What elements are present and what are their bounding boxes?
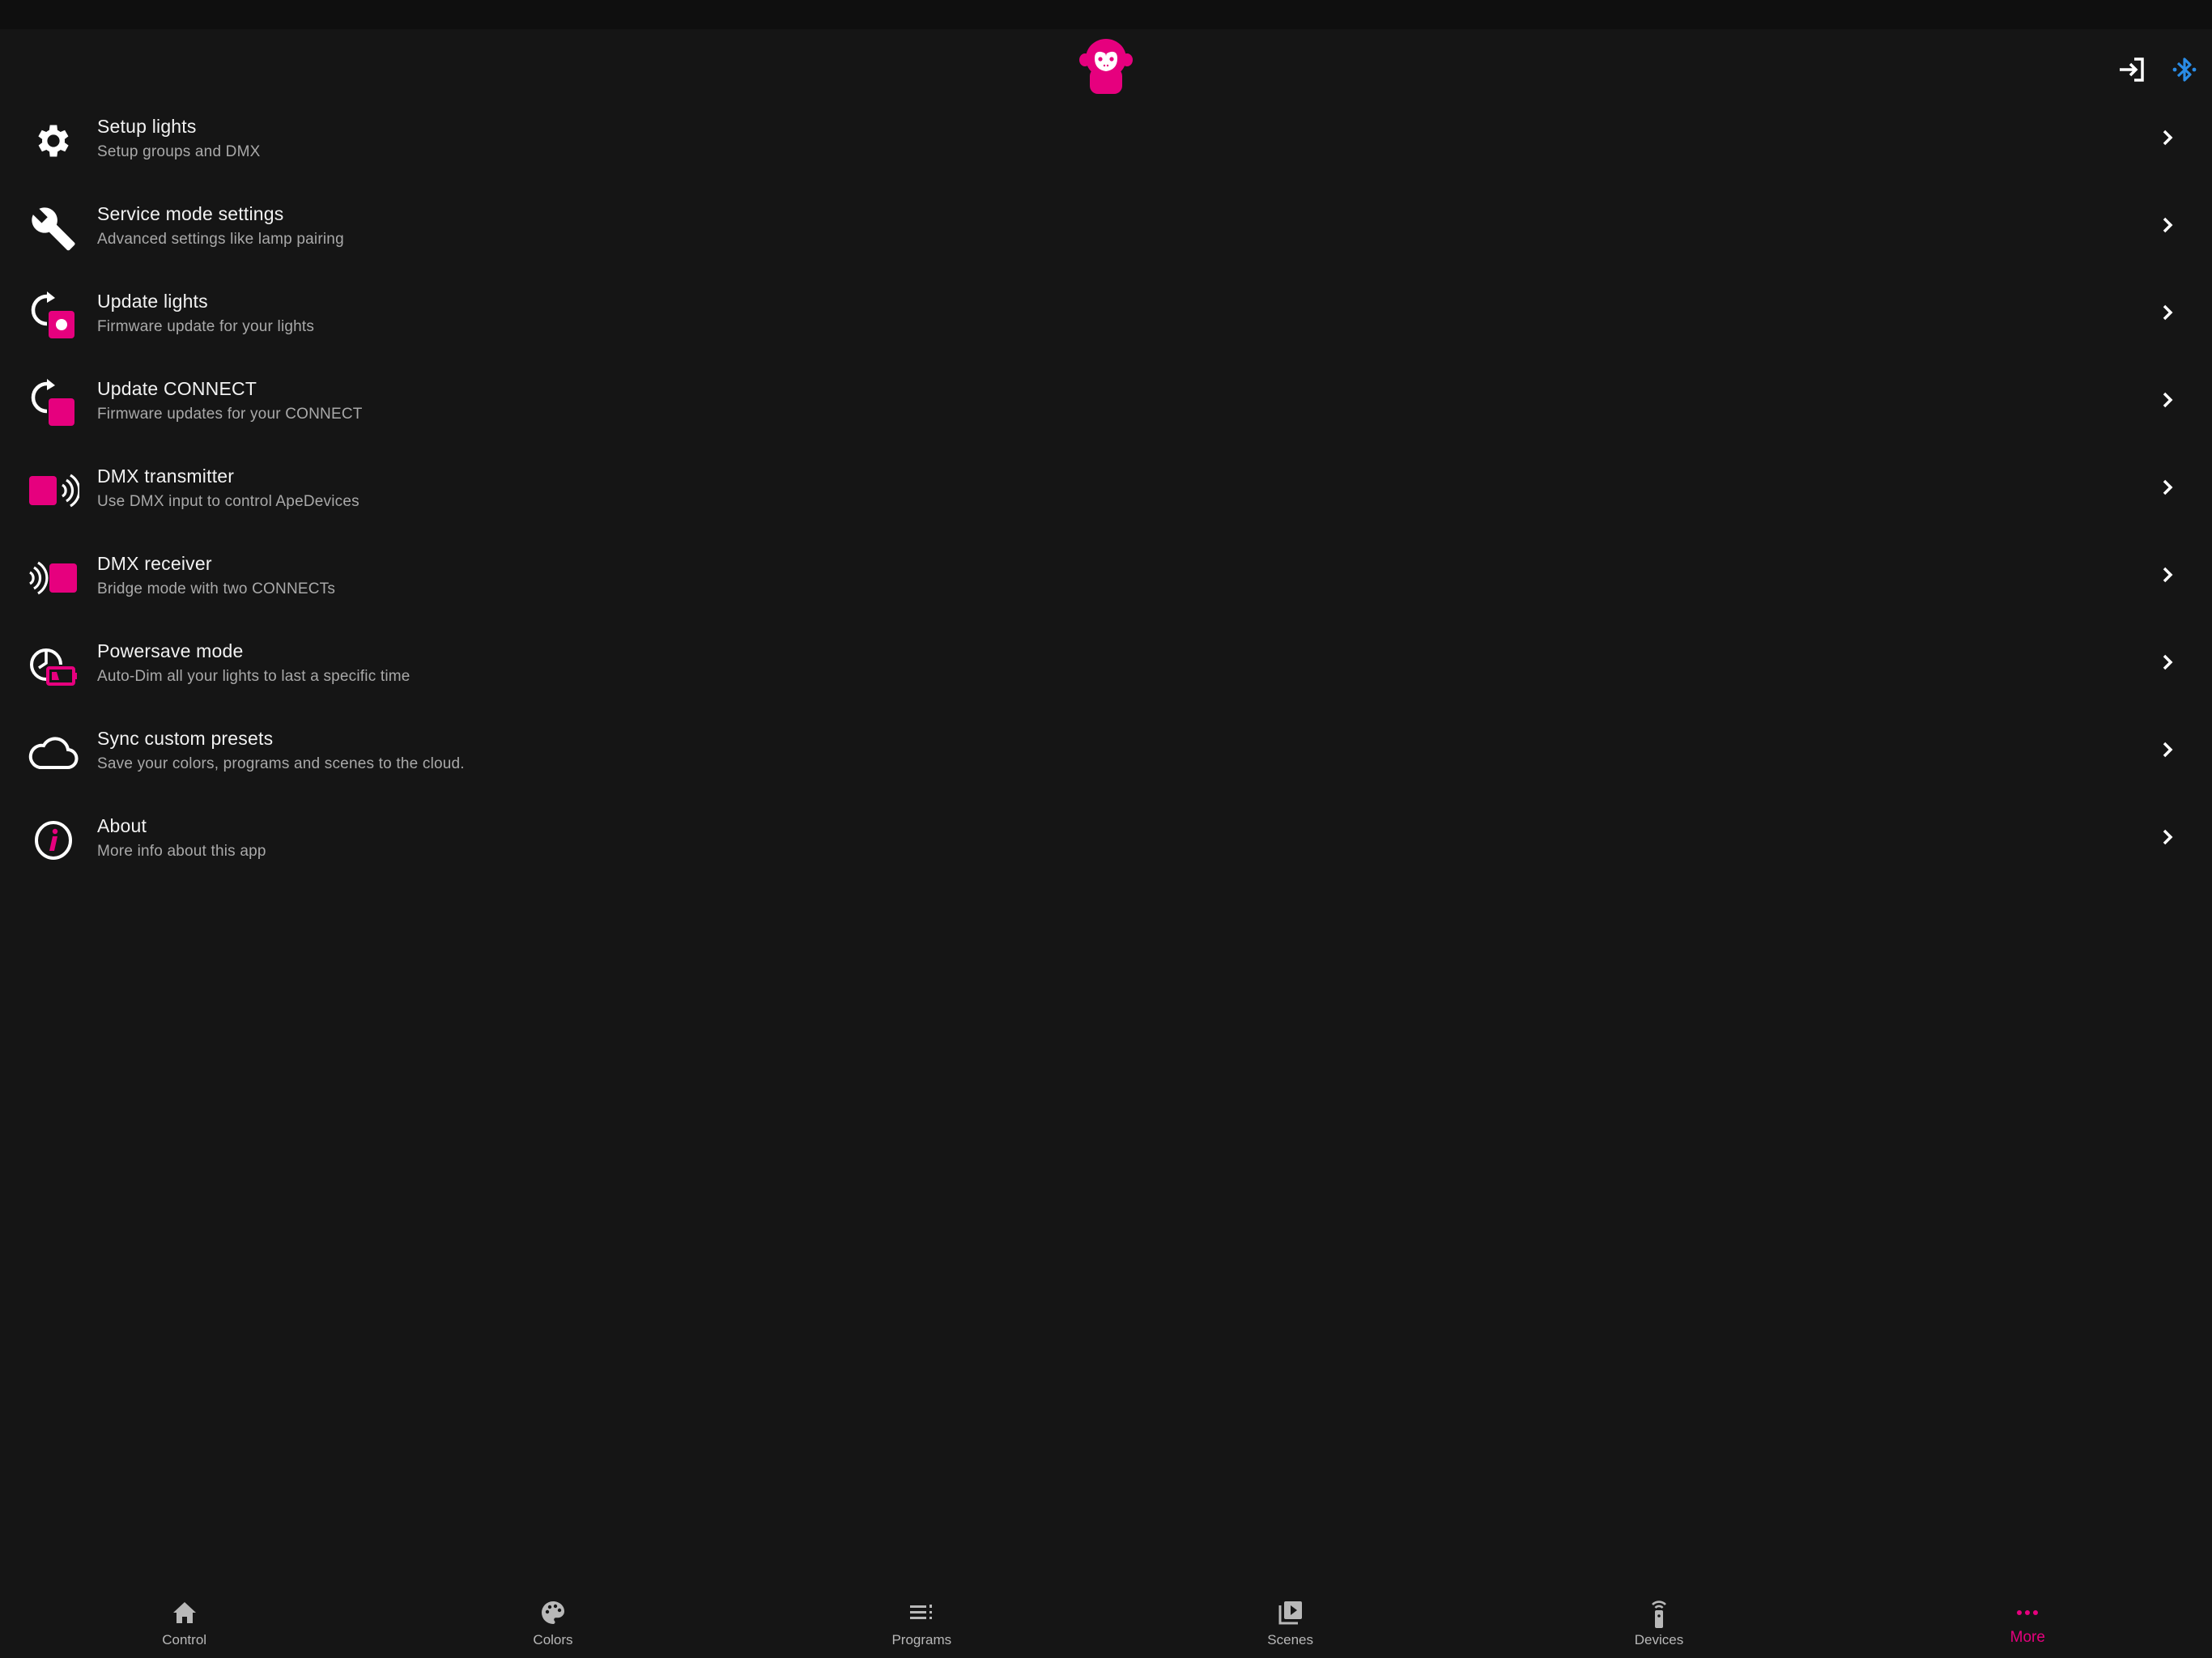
menu-item-dmx-transmitter[interactable]: DMX transmitter Use DMX input to control… — [0, 446, 2212, 534]
wrench-icon — [26, 203, 81, 253]
menu-item-about[interactable]: About More info about this app — [0, 796, 2212, 883]
menu-item-title: About — [97, 815, 147, 836]
status-bar — [0, 0, 2212, 29]
gear-icon — [26, 116, 81, 166]
menu-item-subtitle: Bridge mode with two CONNECTs — [97, 580, 336, 597]
menu-item-title: DMX receiver — [97, 553, 212, 574]
chevron-right-icon — [2163, 829, 2173, 845]
tab-programs[interactable]: Programs — [738, 1587, 1106, 1658]
menu-item-subtitle: Setup groups and DMX — [97, 143, 261, 160]
menu-item-subtitle: Advanced settings like lamp pairing — [97, 231, 344, 248]
menu-item-title: Update CONNECT — [97, 378, 257, 399]
menu-item-service-mode[interactable]: Service mode settings Advanced settings … — [0, 184, 2212, 271]
login-button[interactable] — [2112, 49, 2154, 91]
menu-item-title: Powersave mode — [97, 640, 244, 661]
scenes-icon — [1274, 1598, 1307, 1627]
tab-label: Devices — [1634, 1632, 1684, 1647]
monkey-logo-icon — [1078, 37, 1134, 96]
login-icon — [2120, 57, 2144, 82]
menu-item-powersave[interactable]: Powersave mode Auto-Dim all your lights … — [0, 621, 2212, 708]
remote-icon — [1643, 1598, 1675, 1628]
chevron-right-icon — [2163, 742, 2173, 758]
chevron-right-icon — [2163, 479, 2173, 495]
menu-item-title: DMX transmitter — [97, 466, 235, 487]
chevron-right-icon — [2163, 130, 2173, 146]
list-icon — [905, 1598, 938, 1627]
menu-item-subtitle: Firmware update for your lights — [97, 318, 315, 335]
menu-item-dmx-receiver[interactable]: DMX receiver Bridge mode with two CONNEC… — [0, 534, 2212, 621]
menu-item-update-connect[interactable]: Update CONNECT Firmware updates for your… — [0, 359, 2212, 446]
info-icon — [26, 815, 81, 865]
menu-item-title: Setup lights — [97, 116, 197, 137]
tab-label: Programs — [891, 1632, 952, 1647]
tab-more[interactable]: More — [1844, 1587, 2212, 1658]
update-connect-icon — [26, 378, 81, 428]
cloud-icon — [26, 728, 81, 778]
palette-icon — [537, 1598, 569, 1627]
menu-item-subtitle: More info about this app — [97, 843, 266, 860]
chevron-right-icon — [2163, 392, 2173, 408]
powersave-icon — [26, 640, 81, 691]
chevron-right-icon — [2163, 217, 2173, 233]
menu-item-title: Sync custom presets — [97, 728, 274, 749]
chevron-right-icon — [2163, 304, 2173, 321]
menu-item-subtitle: Use DMX input to control ApeDevices — [97, 493, 359, 510]
menu-item-title: Update lights — [97, 291, 208, 312]
bluetooth-icon — [2172, 57, 2197, 82]
bluetooth-button[interactable] — [2163, 49, 2206, 91]
menu-item-sync-presets[interactable]: Sync custom presets Save your colors, pr… — [0, 708, 2212, 796]
tab-label: More — [2010, 1629, 2045, 1646]
settings-menu: Setup lights Setup groups and DMX Servic… — [0, 96, 2212, 883]
tab-colors[interactable]: Colors — [368, 1587, 737, 1658]
dmx-transmitter-icon — [26, 466, 81, 516]
tab-label: Control — [162, 1632, 207, 1647]
update-lights-icon — [26, 291, 81, 341]
tab-control[interactable]: Control — [0, 1587, 368, 1658]
tab-label: Colors — [533, 1632, 573, 1647]
menu-item-subtitle: Firmware updates for your CONNECT — [97, 406, 363, 423]
tab-label: Scenes — [1267, 1632, 1313, 1647]
more-icon — [2011, 1598, 2044, 1627]
tab-scenes[interactable]: Scenes — [1106, 1587, 1474, 1658]
menu-item-subtitle: Save your colors, programs and scenes to… — [97, 755, 465, 772]
menu-item-title: Service mode settings — [97, 203, 284, 224]
menu-item-update-lights[interactable]: Update lights Firmware update for your l… — [0, 271, 2212, 359]
menu-item-setup-lights[interactable]: Setup lights Setup groups and DMX — [0, 96, 2212, 184]
bottom-navigation: Control Colors Programs Scenes Devices M… — [0, 1587, 2212, 1658]
home-icon — [168, 1598, 201, 1627]
tab-devices[interactable]: Devices — [1474, 1587, 1843, 1658]
chevron-right-icon — [2163, 654, 2173, 670]
dmx-receiver-icon — [26, 553, 81, 603]
chevron-right-icon — [2163, 567, 2173, 583]
menu-item-subtitle: Auto-Dim all your lights to last a speci… — [97, 668, 410, 685]
